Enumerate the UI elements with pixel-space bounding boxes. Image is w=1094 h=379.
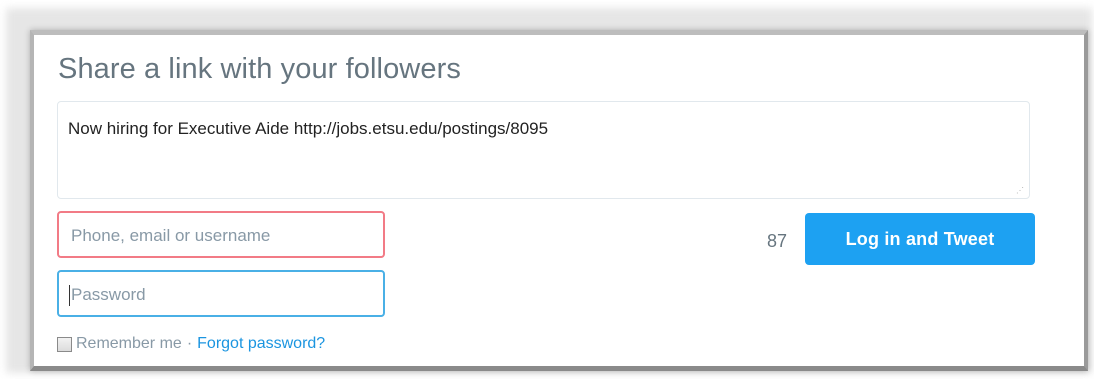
username-field[interactable]: Phone, email or username	[57, 211, 385, 258]
password-field[interactable]: Password	[57, 270, 385, 317]
tweet-text: Now hiring for Executive Aide http://job…	[68, 119, 549, 138]
remember-checkbox[interactable]	[57, 336, 72, 352]
username-placeholder: Phone, email or username	[71, 226, 271, 245]
login-and-tweet-button[interactable]: Log in and Tweet	[805, 213, 1035, 265]
resize-grip-icon[interactable]: ⋰	[1016, 186, 1025, 195]
remember-label[interactable]: Remember me	[76, 335, 182, 353]
separator-dot: ·	[186, 335, 193, 352]
text-caret	[69, 285, 70, 306]
share-panel: Share a link with your followers Now hir…	[30, 30, 1088, 371]
forgot-password-link[interactable]: Forgot password?	[197, 335, 325, 353]
tweet-textarea[interactable]: Now hiring for Executive Aide http://job…	[57, 101, 1030, 199]
remember-row: Remember me · Forgot password?	[57, 333, 325, 355]
page-title: Share a link with your followers	[58, 53, 461, 85]
character-counter: 87	[767, 231, 788, 251]
password-placeholder: Password	[71, 285, 146, 304]
